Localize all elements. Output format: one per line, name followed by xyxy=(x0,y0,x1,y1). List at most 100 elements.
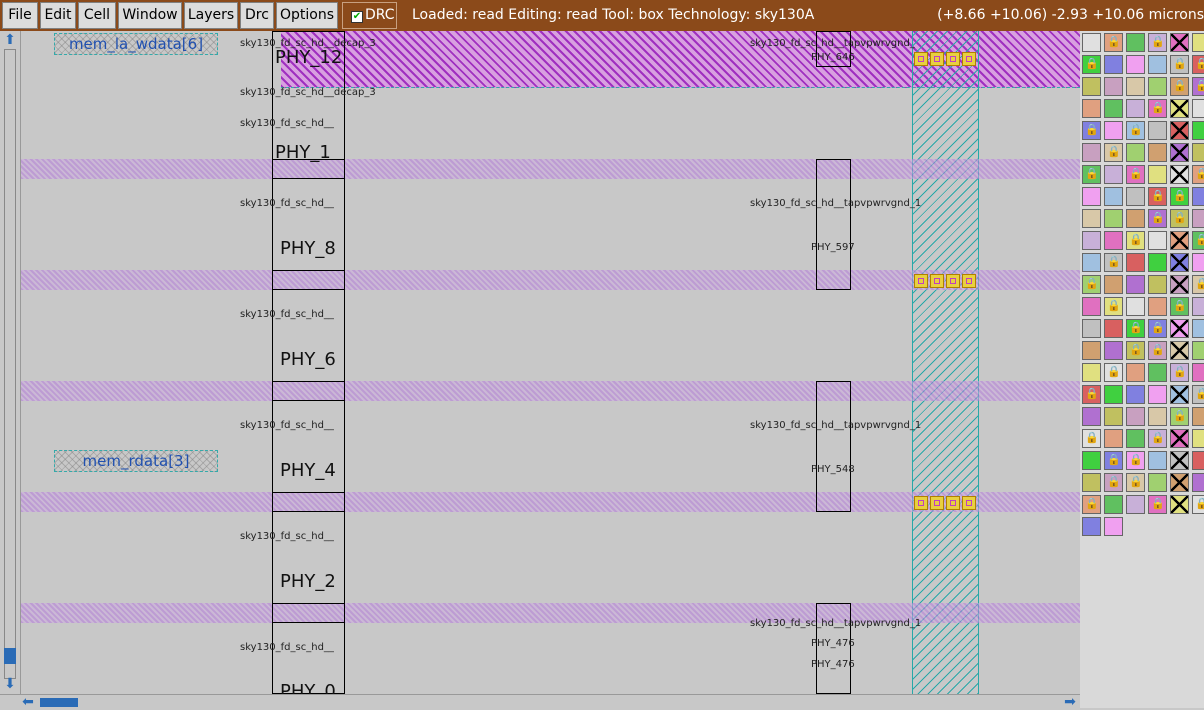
layer-swatch[interactable] xyxy=(1170,33,1189,52)
layer-swatch[interactable] xyxy=(1148,451,1167,470)
layer-swatch[interactable] xyxy=(1148,165,1167,184)
vertical-scrollbar[interactable]: ⬆ ⬇ xyxy=(0,31,21,694)
layer-swatch[interactable] xyxy=(1192,341,1204,360)
vertical-scroll-track[interactable] xyxy=(4,49,16,679)
layer-swatch[interactable] xyxy=(1126,495,1145,514)
layer-swatch[interactable] xyxy=(1170,473,1189,492)
layer-swatch[interactable] xyxy=(1192,187,1204,206)
layer-swatch[interactable] xyxy=(1126,429,1145,448)
layer-swatch[interactable] xyxy=(1170,231,1189,250)
layer-swatch[interactable] xyxy=(1148,429,1167,448)
layer-swatch[interactable] xyxy=(1170,275,1189,294)
layer-swatch[interactable] xyxy=(1104,33,1123,52)
layer-swatch[interactable] xyxy=(1104,451,1123,470)
layer-swatch[interactable] xyxy=(1126,187,1145,206)
layer-swatch[interactable] xyxy=(1192,451,1204,470)
layer-swatch[interactable] xyxy=(1126,33,1145,52)
layer-swatch[interactable] xyxy=(1104,385,1123,404)
layer-swatch[interactable] xyxy=(1170,407,1189,426)
menu-cell[interactable]: Cell xyxy=(78,2,116,29)
layer-swatch[interactable] xyxy=(1192,429,1204,448)
layer-swatch[interactable] xyxy=(1126,253,1145,272)
layer-swatch[interactable] xyxy=(1104,143,1123,162)
down-arrow-icon[interactable]: ⬇ xyxy=(2,676,18,692)
menu-layers[interactable]: Layers xyxy=(184,2,238,29)
layer-swatch[interactable] xyxy=(1148,143,1167,162)
layer-swatch[interactable] xyxy=(1082,407,1101,426)
layer-swatch[interactable] xyxy=(1170,297,1189,316)
layer-swatch[interactable] xyxy=(1082,99,1101,118)
layer-swatch[interactable] xyxy=(1148,99,1167,118)
layer-swatch[interactable] xyxy=(1104,275,1123,294)
layer-swatch[interactable] xyxy=(1192,231,1204,250)
layer-swatch[interactable] xyxy=(1192,77,1204,96)
layer-swatch[interactable] xyxy=(1104,187,1123,206)
layer-swatch[interactable] xyxy=(1148,55,1167,74)
layer-swatch[interactable] xyxy=(1192,319,1204,338)
layer-swatch[interactable] xyxy=(1104,473,1123,492)
layer-swatch[interactable] xyxy=(1104,495,1123,514)
layer-swatch[interactable] xyxy=(1148,187,1167,206)
layer-swatch[interactable] xyxy=(1126,121,1145,140)
pin-label[interactable]: mem_rdata[3] xyxy=(54,450,218,472)
layer-swatch[interactable] xyxy=(1148,121,1167,140)
horizontal-scrollbar[interactable]: ⬅ ➡ xyxy=(0,694,1080,710)
layer-swatch[interactable] xyxy=(1126,99,1145,118)
layer-swatch[interactable] xyxy=(1148,275,1167,294)
layer-swatch[interactable] xyxy=(1170,99,1189,118)
layer-swatch[interactable] xyxy=(1126,363,1145,382)
layer-swatch[interactable] xyxy=(1126,341,1145,360)
layer-swatch[interactable] xyxy=(1148,407,1167,426)
layer-swatch[interactable] xyxy=(1082,231,1101,250)
menu-window[interactable]: Window xyxy=(118,2,182,29)
layer-swatch[interactable] xyxy=(1170,77,1189,96)
layer-swatch[interactable] xyxy=(1082,363,1101,382)
layer-swatch[interactable] xyxy=(1170,429,1189,448)
layer-swatch[interactable] xyxy=(1170,451,1189,470)
layer-swatch[interactable] xyxy=(1192,253,1204,272)
layer-swatch[interactable] xyxy=(1170,165,1189,184)
layer-swatch[interactable] xyxy=(1126,451,1145,470)
layer-swatch[interactable] xyxy=(1192,473,1204,492)
layer-swatch[interactable] xyxy=(1148,385,1167,404)
layer-swatch[interactable] xyxy=(1170,253,1189,272)
layer-swatch[interactable] xyxy=(1148,319,1167,338)
layer-swatch[interactable] xyxy=(1126,385,1145,404)
layer-swatch[interactable] xyxy=(1104,121,1123,140)
layer-swatch[interactable] xyxy=(1082,209,1101,228)
layer-swatch[interactable] xyxy=(1126,209,1145,228)
layout-canvas[interactable]: mem_la_wdata[6] mem_rdata[3] sky130_fd_s… xyxy=(21,31,1080,694)
layer-swatch[interactable] xyxy=(1104,407,1123,426)
menu-drc[interactable]: Drc xyxy=(240,2,274,29)
layer-palette[interactable] xyxy=(1080,31,1204,708)
layer-swatch[interactable] xyxy=(1192,99,1204,118)
layer-swatch[interactable] xyxy=(1192,143,1204,162)
layer-swatch[interactable] xyxy=(1126,77,1145,96)
layer-swatch[interactable] xyxy=(1148,363,1167,382)
layer-swatch[interactable] xyxy=(1082,33,1101,52)
layer-swatch[interactable] xyxy=(1104,77,1123,96)
layer-swatch[interactable] xyxy=(1104,363,1123,382)
layer-swatch[interactable] xyxy=(1126,407,1145,426)
layer-swatch[interactable] xyxy=(1104,209,1123,228)
layer-swatch[interactable] xyxy=(1126,473,1145,492)
layer-swatch[interactable] xyxy=(1170,187,1189,206)
menu-file[interactable]: File xyxy=(2,2,38,29)
menu-edit[interactable]: Edit xyxy=(40,2,76,29)
layer-swatch[interactable] xyxy=(1192,121,1204,140)
layer-swatch[interactable] xyxy=(1170,55,1189,74)
layer-swatch[interactable] xyxy=(1126,55,1145,74)
layer-swatch[interactable] xyxy=(1148,495,1167,514)
layer-swatch[interactable] xyxy=(1082,517,1101,536)
layer-swatch[interactable] xyxy=(1192,33,1204,52)
layer-swatch[interactable] xyxy=(1104,429,1123,448)
layer-swatch[interactable] xyxy=(1148,473,1167,492)
layer-swatch[interactable] xyxy=(1104,341,1123,360)
layer-swatch[interactable] xyxy=(1104,517,1123,536)
layer-swatch[interactable] xyxy=(1170,363,1189,382)
layer-swatch[interactable] xyxy=(1192,165,1204,184)
layer-swatch[interactable] xyxy=(1192,495,1204,514)
menu-options[interactable]: Options xyxy=(276,2,338,29)
layer-swatch[interactable] xyxy=(1082,143,1101,162)
layer-swatch[interactable] xyxy=(1170,385,1189,404)
